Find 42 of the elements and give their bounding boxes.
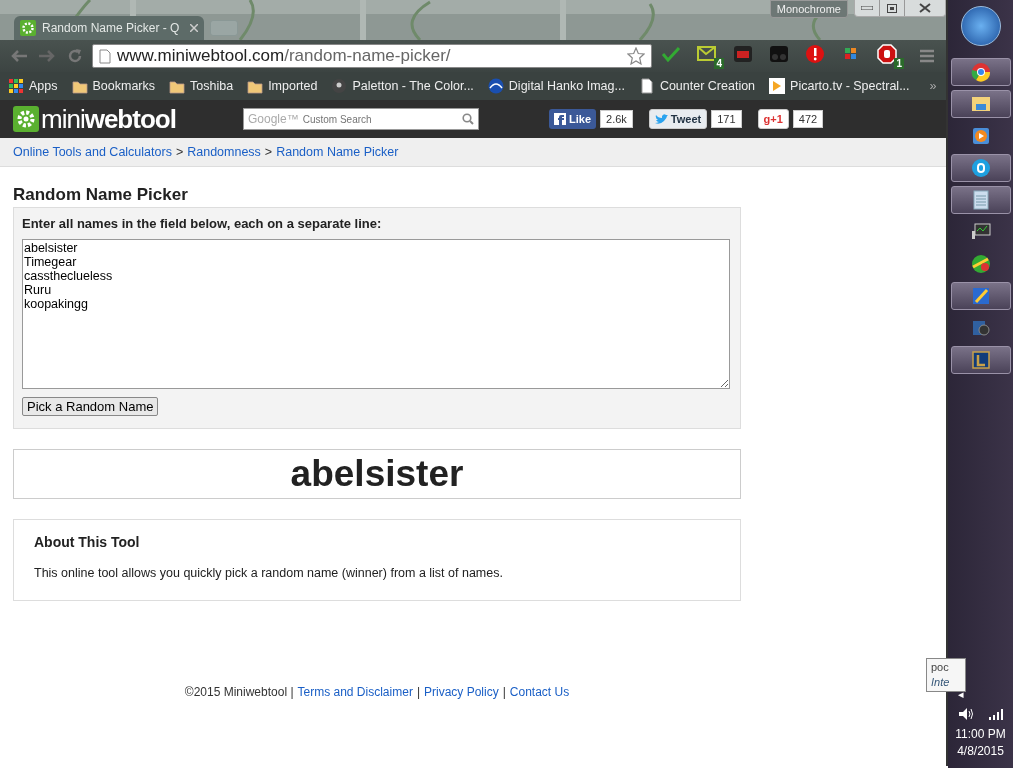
copyright: ©2015 Miniwebtool | [184,685,294,699]
result-name: abelsister [13,449,741,499]
bookmark-item[interactable]: Counter Creation [638,78,756,94]
breadcrumb-link[interactable]: Random Name Picker [276,145,399,159]
bookmark-item[interactable]: Imported [247,78,318,94]
tooltip: poc Inte [926,658,966,692]
footer-separator: | [416,685,420,699]
footer-link[interactable]: Terms and Disclaimer [297,685,413,699]
footer-link[interactable]: Privacy Policy [424,685,499,699]
share-count: 2.6k [600,110,633,128]
breadcrumb-separator: > [175,145,184,159]
instructions: Enter all names in the field below, each on a separate line: [22,216,382,231]
share-count: 472 [792,110,824,128]
pick-button[interactable]: Pick a Random Name [22,397,159,416]
clock[interactable]: 11:00 PM 4/8/2015 [955,727,1006,758]
share-button[interactable]: g+1 [757,109,789,129]
theme-label: Monochrome [769,0,848,18]
footer-separator: | [502,685,506,699]
share-button[interactable]: Tweet [648,109,708,129]
search-brand: Google™ [248,112,299,126]
breadcrumb-separator: > [264,145,273,159]
bookmark-item[interactable]: Picarto.tv - Spectral... [769,78,910,94]
breadcrumb-link[interactable]: Online Tools and Calculators [13,145,172,159]
bookmark-item[interactable]: Bookmarks [71,78,156,94]
about-text: This online tool allows you quickly pick a random name (winner) from a list of names. [34,566,504,580]
footer-link[interactable]: Contact Us [509,685,570,699]
address-bar[interactable]: www.miniwebtool.com/random-name-picker/ [92,44,652,68]
page-title: Random Name Picker [13,185,189,205]
bookmark-item[interactable]: Toshiba [169,78,234,94]
badge-count: 1 [894,58,904,69]
bookmark-item[interactable]: Paletton - The Color... [331,78,474,94]
about-title: About This Tool [34,534,141,550]
badge-count: 4 [714,58,724,69]
site-logo[interactable]: miniwebtool [13,103,243,135]
share-count: 171 [711,110,742,128]
breadcrumb-link[interactable]: Randomness [187,145,261,159]
more-bookmarks-button[interactable]: » [923,78,943,94]
bookmark-item[interactable]: Apps [8,78,58,94]
names-field[interactable]: abelsister Timegear casstheclueless Ruru koopakingg [22,239,730,389]
bookmark-item[interactable]: Digital Hanko Imag... [487,78,625,94]
share-button[interactable]: Like [549,109,596,129]
browser-tab[interactable]: Random Name Picker - Q [14,16,204,40]
